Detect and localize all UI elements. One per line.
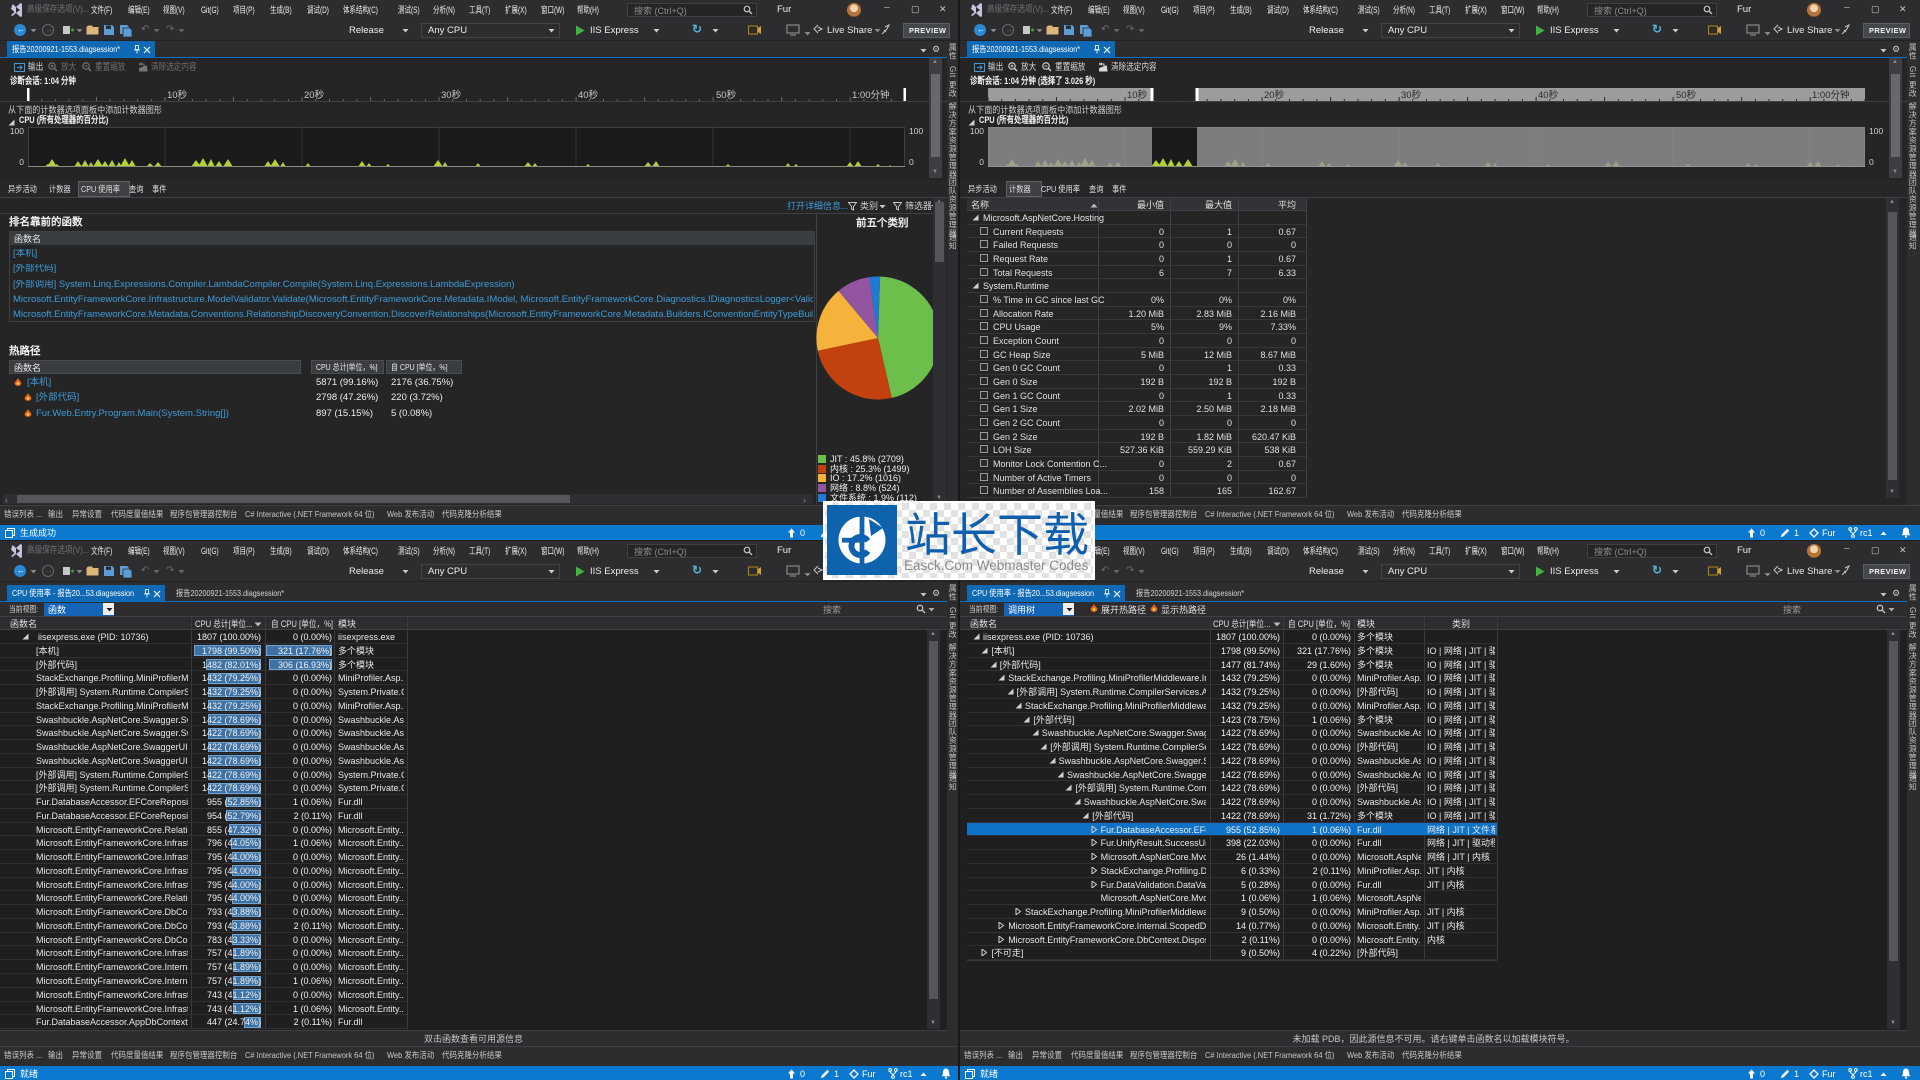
svg-text:10秒: 10秒 [167, 89, 188, 101]
svg-text:1:00分钟: 1:00分钟 [1812, 89, 1850, 101]
svg-text:40秒: 40秒 [578, 89, 599, 101]
svg-text:30秒: 30秒 [441, 89, 462, 101]
svg-text:10秒: 10秒 [1127, 89, 1148, 101]
svg-text:1:00分钟: 1:00分钟 [852, 89, 890, 101]
svg-text:20秒: 20秒 [1264, 89, 1285, 101]
svg-text:20秒: 20秒 [304, 89, 325, 101]
svg-text:50秒: 50秒 [1676, 89, 1697, 101]
svg-text:50秒: 50秒 [716, 89, 737, 101]
svg-text:40秒: 40秒 [1538, 89, 1559, 101]
svg-text:30秒: 30秒 [1401, 89, 1422, 101]
